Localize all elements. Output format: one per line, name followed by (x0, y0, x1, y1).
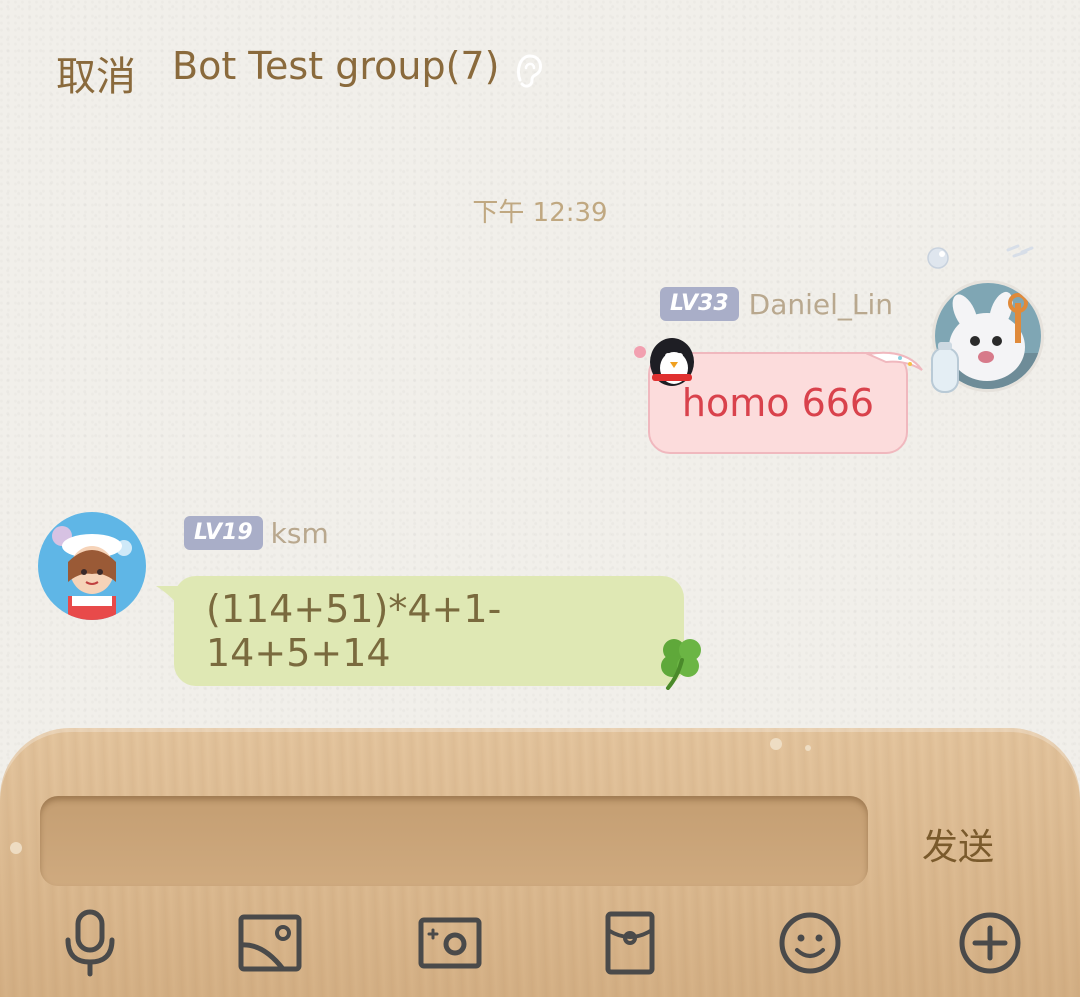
emoji-icon[interactable] (775, 906, 845, 980)
sender-name[interactable]: Daniel_Lin (749, 288, 893, 321)
send-button[interactable]: 发送 (922, 818, 994, 870)
chat-title: Bot Test group(7) (172, 44, 500, 88)
anime-avatar-icon (38, 512, 146, 620)
level-badge: LV19 (184, 516, 263, 550)
toolbar (0, 906, 1080, 986)
microphone-icon[interactable] (55, 906, 125, 980)
camera-icon[interactable] (415, 906, 485, 980)
drop-deco-icon (770, 738, 811, 751)
image-icon[interactable] (235, 906, 305, 980)
red-packet-icon[interactable] (595, 906, 665, 980)
ear-icon[interactable] (512, 50, 546, 92)
drop-deco-icon (10, 842, 22, 854)
bubble-sparkle-icon (927, 244, 1034, 269)
sender-meta: LV19 ksm (184, 516, 329, 550)
message-text: homo 666 (681, 381, 875, 425)
plus-icon[interactable] (955, 906, 1025, 980)
message-timestamp: 下午 12:39 (472, 198, 608, 228)
chat-header: 取消 Bot Test group(7) (0, 0, 1080, 130)
cancel-button[interactable]: 取消 (56, 44, 136, 102)
sender-meta: LV33 Daniel_Lin (660, 286, 893, 322)
level-badge: LV33 (660, 287, 739, 321)
message-text: (114+51)*4+1-14+5+14 (206, 587, 502, 675)
sender-name[interactable]: ksm (271, 517, 329, 550)
avatar[interactable] (38, 512, 146, 620)
bottle-deco-icon (931, 342, 959, 393)
clover-icon (661, 639, 701, 690)
message-input[interactable] (40, 796, 868, 886)
